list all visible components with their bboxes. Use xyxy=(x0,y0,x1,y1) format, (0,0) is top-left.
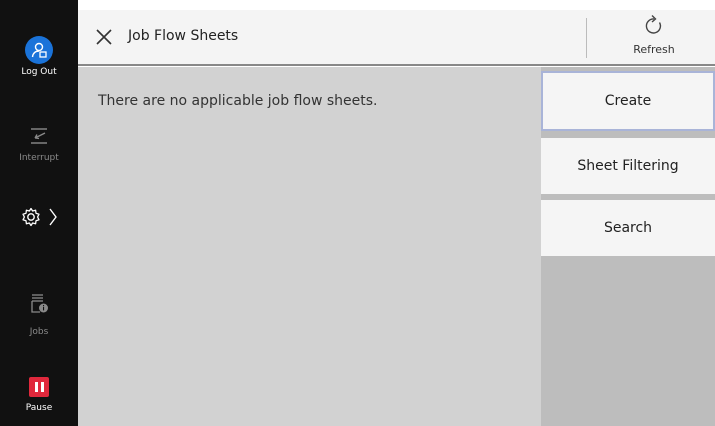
user-icon xyxy=(25,36,53,64)
chevron-right-icon xyxy=(48,206,58,232)
close-icon xyxy=(92,29,116,53)
pause-button[interactable]: Pause xyxy=(0,377,78,413)
gear-icon xyxy=(20,206,42,232)
content-area: There are no applicable job flow sheets. xyxy=(78,67,541,426)
screen: Log Out Interrupt Jobs Pause Job Flow Sh… xyxy=(0,0,715,426)
header-divider xyxy=(586,18,587,58)
create-button[interactable]: Create xyxy=(541,71,715,131)
pause-label: Pause xyxy=(25,403,53,413)
close-button[interactable] xyxy=(92,25,116,49)
jobs-label: Jobs xyxy=(29,327,49,337)
search-button[interactable]: Search xyxy=(541,200,715,256)
header-bar: Job Flow Sheets Refresh xyxy=(78,10,715,66)
refresh-label: Refresh xyxy=(633,43,675,56)
settings-expand-button[interactable] xyxy=(0,206,78,232)
page-title: Job Flow Sheets xyxy=(128,28,239,44)
refresh-icon xyxy=(643,14,665,42)
refresh-button[interactable]: Refresh xyxy=(604,14,704,62)
empty-message: There are no applicable job flow sheets. xyxy=(98,93,378,109)
logout-label: Log Out xyxy=(21,67,57,77)
pause-icon xyxy=(29,377,49,397)
action-column: Create Sheet Filtering Search xyxy=(541,67,715,426)
logout-button[interactable]: Log Out xyxy=(0,36,78,77)
jobs-button[interactable]: Jobs xyxy=(0,293,78,337)
sheet-filtering-button[interactable]: Sheet Filtering xyxy=(541,138,715,194)
interrupt-button[interactable]: Interrupt xyxy=(0,126,78,163)
left-rail: Log Out Interrupt Jobs Pause xyxy=(0,0,78,426)
interrupt-icon xyxy=(26,126,52,150)
interrupt-label: Interrupt xyxy=(19,153,59,163)
jobs-icon xyxy=(28,293,50,319)
